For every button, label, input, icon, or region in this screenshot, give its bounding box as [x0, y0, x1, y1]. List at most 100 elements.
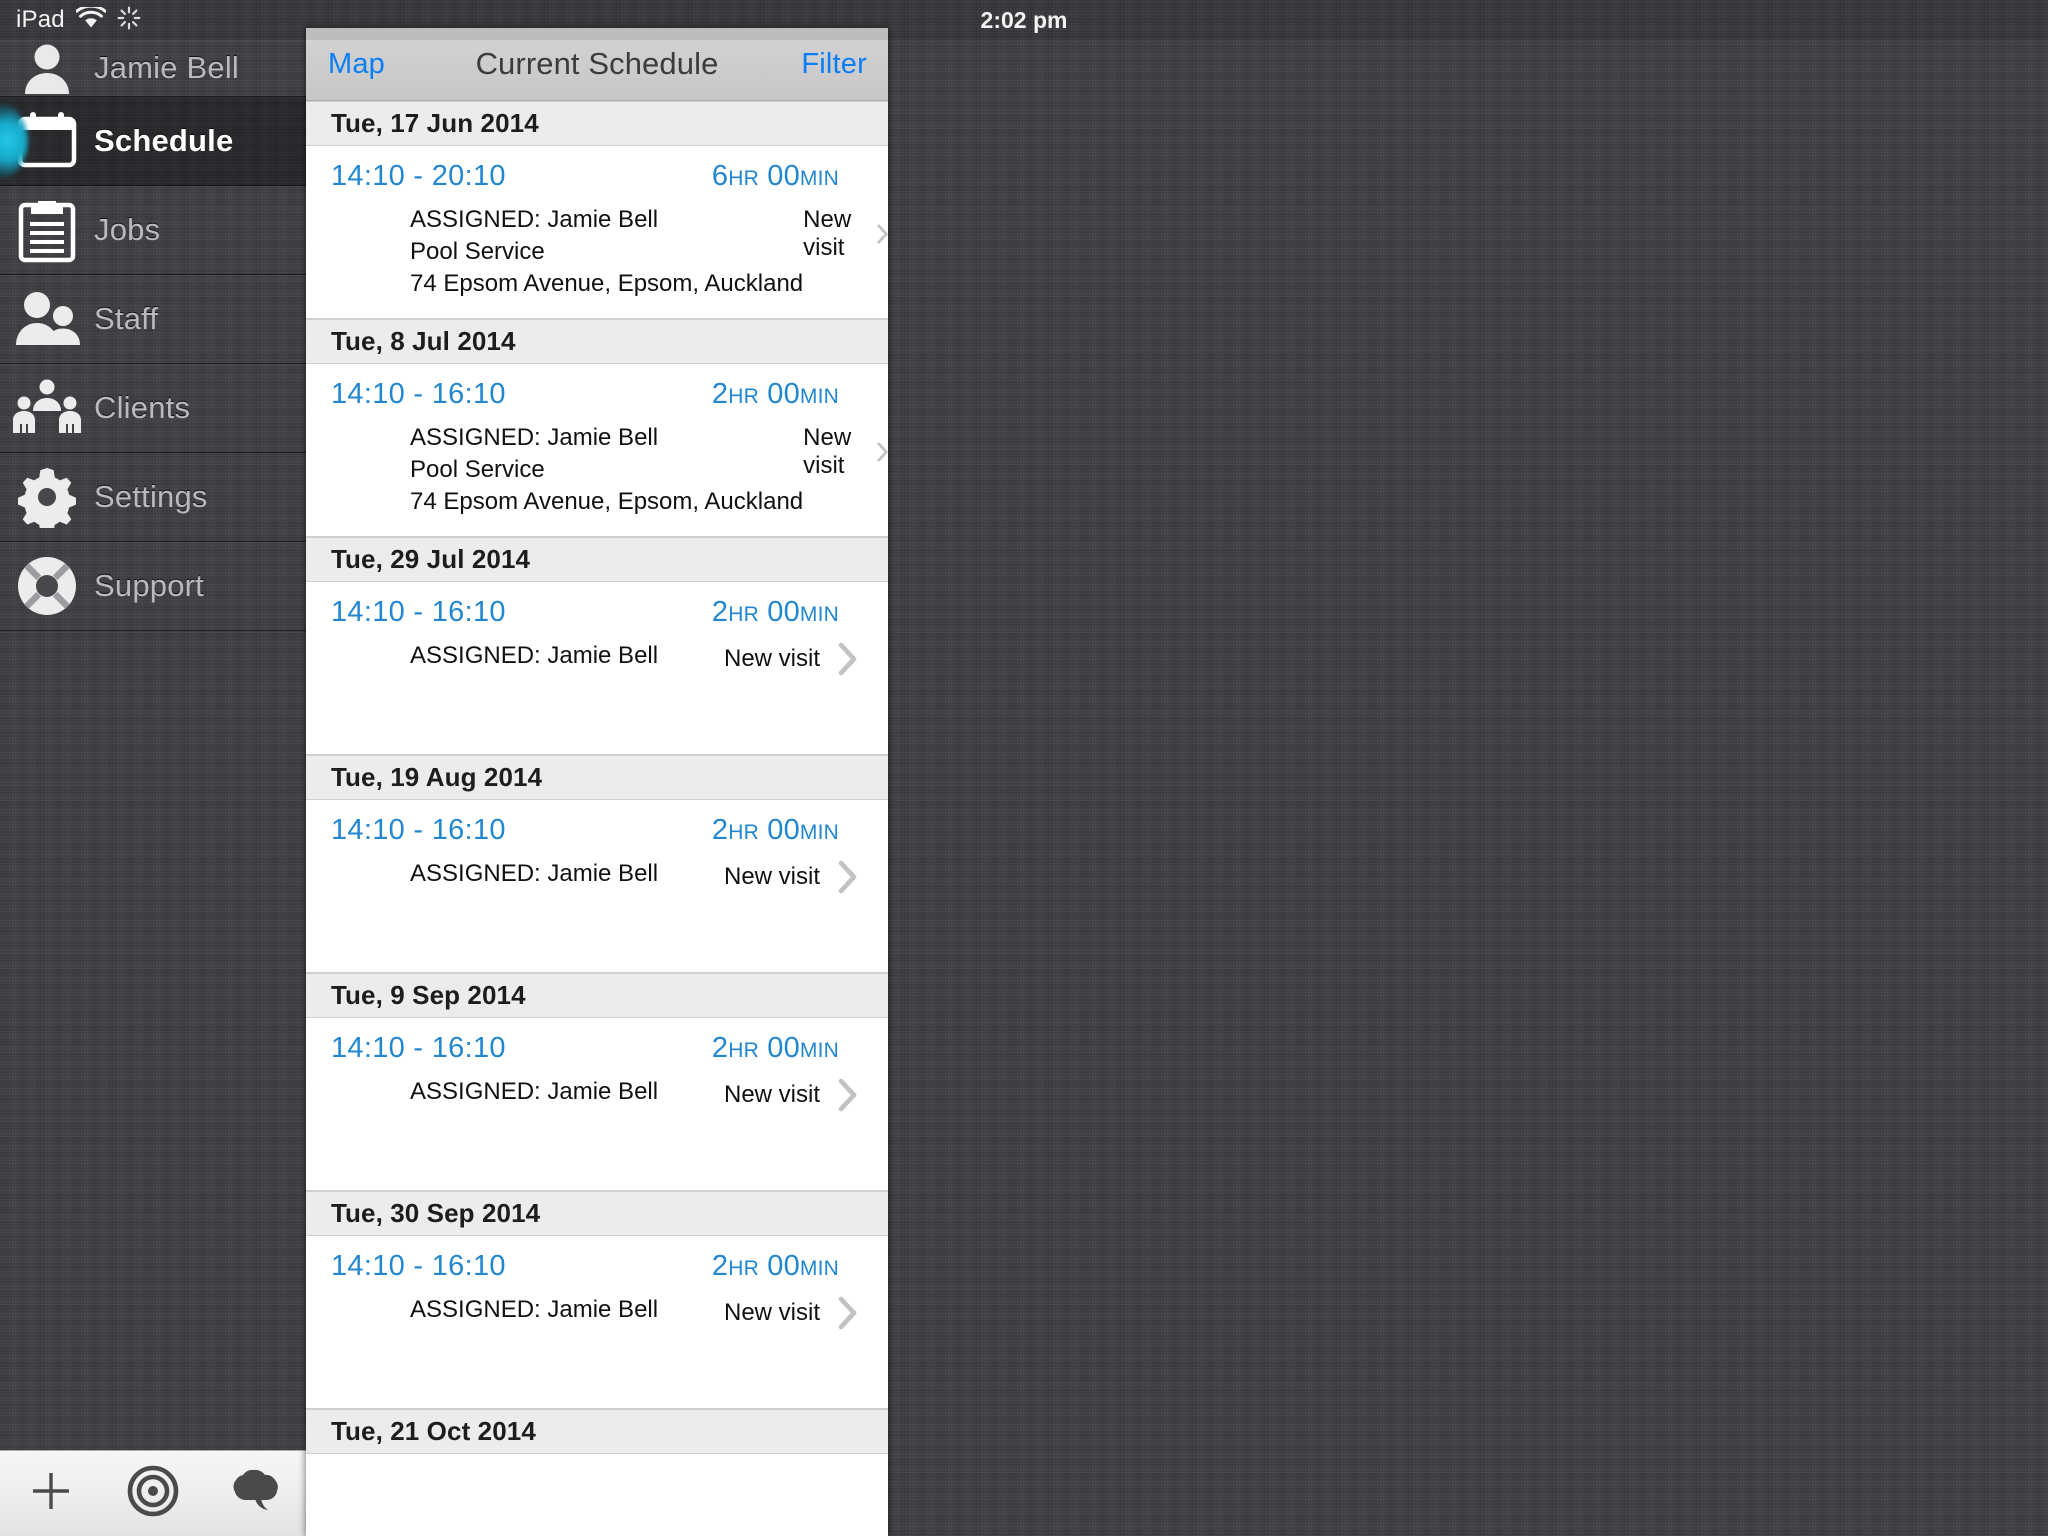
target-button[interactable] [102, 1465, 204, 1522]
entry-time-range: 14:10 - 16:10 [331, 378, 506, 410]
chat-button[interactable] [204, 1468, 306, 1519]
sidebar-user-name: Jamie Bell [94, 50, 239, 85]
sidebar-item-label: Clients [94, 390, 191, 425]
entry-time-range: 14:10 - 16:10 [331, 814, 506, 846]
entry-detail-line: ASSIGNED: Jamie Bell [410, 860, 659, 887]
date-section-header: Tue, 29 Jul 2014 [306, 537, 888, 582]
entry-body: ASSIGNED: Jamie Bell New visit [306, 1283, 888, 1330]
entry-duration: 6HR 00MIN [712, 160, 839, 193]
entry-duration: 2HR 00MIN [712, 814, 839, 847]
chevron-right-icon [838, 1296, 857, 1330]
entry-status-group: New visit [724, 1076, 858, 1112]
duration-hours-unit: HR [728, 167, 759, 190]
entry-body: ASSIGNED: Jamie Bell Pool Service 74 Epsom… [306, 193, 888, 300]
sidebar-item-jobs[interactable]: Jobs [0, 186, 306, 275]
duration-hours: 6 [711, 160, 729, 192]
schedule-entry[interactable]: 14:10 - 16:10 2HR 00MIN ASSIGNED: Jamie Be… [306, 800, 888, 973]
status-bar-clock: 2:02 pm [980, 6, 1068, 33]
status-badge: New visit [723, 1299, 820, 1326]
entry-detail-line: ASSIGNED: Jamie Bell [410, 206, 659, 233]
gear-icon [0, 466, 94, 528]
entry-details: ASSIGNED: Jamie Bell [410, 858, 658, 890]
duration-minutes: 00 [767, 1250, 800, 1282]
schedule-entry[interactable]: 14:10 - 16:10 2HR 00MIN ASSIGNED: Jamie Be… [306, 1236, 888, 1409]
entry-duration: 2HR 00MIN [712, 1032, 839, 1065]
status-badge: New visit [723, 863, 820, 890]
entry-body: ASSIGNED: Jamie Bell New visit [306, 847, 888, 894]
entry-details: ASSIGNED: Jamie Bell [410, 1076, 658, 1108]
duration-minutes: 00 [767, 814, 800, 846]
entry-header: 14:10 - 16:10 2HR 00MIN [306, 814, 888, 847]
plus-icon [29, 1469, 73, 1518]
entry-detail-line: 74 Epsom Avenue, Epsom, Auckland [410, 269, 804, 297]
map-button[interactable]: Map [328, 48, 385, 81]
status-badge: New visit [803, 424, 852, 479]
entry-time-range: 14:10 - 16:10 [331, 596, 506, 628]
lifebuoy-icon [0, 555, 94, 617]
sidebar-item-label: Jobs [94, 212, 161, 247]
chevron-right-icon [877, 224, 888, 244]
sidebar-item-support[interactable]: Support [0, 542, 306, 631]
duration-hours: 2 [711, 814, 729, 846]
sidebar-item-staff[interactable]: Staff [0, 275, 306, 364]
bottom-toolbar [0, 1450, 306, 1536]
people-group-icon [0, 379, 94, 437]
duration-hours-unit: HR [728, 821, 759, 844]
duration-minutes-unit: MIN [799, 1257, 839, 1280]
date-section-header: Tue, 19 Aug 2014 [306, 755, 888, 800]
chevron-right-icon [838, 1078, 857, 1112]
entry-header: 14:10 - 16:10 2HR 00MIN [306, 1032, 888, 1065]
add-button[interactable] [0, 1469, 102, 1518]
person-icon [0, 38, 94, 98]
duration-hours-unit: HR [728, 1039, 759, 1062]
entry-duration: 2HR 00MIN [712, 378, 839, 411]
sidebar-item-schedule[interactable]: Schedule [0, 97, 306, 186]
entry-time-range: 14:10 - 20:10 [331, 160, 506, 192]
duration-hours: 2 [711, 378, 729, 410]
entry-detail-line: ASSIGNED: Jamie Bell [410, 424, 659, 451]
sidebar-user-row[interactable]: Jamie Bell [0, 40, 306, 97]
filter-button[interactable]: Filter [801, 48, 867, 81]
status-badge: New visit [723, 645, 820, 672]
entry-details: ASSIGNED: Jamie Bell [410, 640, 658, 672]
sidebar-item-label: Schedule [94, 123, 234, 158]
date-section-header: Tue, 21 Oct 2014 [306, 1409, 888, 1454]
clipboard-icon [0, 197, 94, 263]
entry-status-group: New visit [724, 1294, 858, 1330]
schedule-list[interactable]: Tue, 17 Jun 2014 14:10 - 20:10 6HR 00MIN AS… [306, 101, 888, 1536]
schedule-entry[interactable]: 14:10 - 16:10 2HR 00MIN ASSIGNED: Jamie Be… [306, 582, 888, 755]
duration-minutes: 00 [767, 378, 800, 410]
duration-hours-unit: HR [728, 385, 759, 408]
date-section-header: Tue, 17 Jun 2014 [306, 101, 888, 146]
duration-hours-unit: HR [728, 1257, 759, 1280]
entry-detail-line: 74 Epsom Avenue, Epsom, Auckland [410, 487, 804, 515]
entry-detail-line: ASSIGNED: Jamie Bell [410, 642, 659, 669]
duration-minutes-unit: MIN [799, 821, 839, 844]
schedule-entry[interactable]: 14:10 - 20:10 6HR 00MIN ASSIGNED: Jamie Be… [306, 146, 888, 319]
entry-status-group: New visit [724, 640, 858, 676]
speech-cloud-icon [226, 1468, 284, 1519]
entry-time-range: 14:10 - 16:10 [331, 1250, 506, 1282]
sidebar-item-label: Settings [94, 479, 208, 514]
duration-hours: 2 [711, 596, 729, 628]
sidebar-item-settings[interactable]: Settings [0, 453, 306, 542]
duration-hours: 2 [711, 1032, 729, 1064]
sidebar-item-clients[interactable]: Clients [0, 364, 306, 453]
duration-hours-unit: HR [728, 603, 759, 626]
schedule-entry[interactable]: 14:10 - 16:10 2HR 00MIN ASSIGNED: Jamie Be… [306, 1018, 888, 1191]
entry-detail-line: ASSIGNED: Jamie Bell [410, 1296, 659, 1323]
entry-duration: 2HR 00MIN [712, 1250, 839, 1283]
entry-details: ASSIGNED: Jamie Bell Pool Service 74 Epsom… [410, 422, 803, 518]
entry-header: 14:10 - 16:10 2HR 00MIN [306, 596, 888, 629]
schedule-panel: Map Current Schedule Filter Tue, 17 Jun … [306, 28, 888, 1536]
entry-status-group: New visit [724, 858, 858, 894]
entry-duration: 2HR 00MIN [712, 596, 839, 629]
date-section-header: Tue, 8 Jul 2014 [306, 319, 888, 364]
date-section-header: Tue, 9 Sep 2014 [306, 973, 888, 1018]
calendar-icon [0, 111, 94, 171]
duration-minutes: 00 [767, 596, 800, 628]
entry-body: ASSIGNED: Jamie Bell New visit [306, 1065, 888, 1112]
duration-minutes-unit: MIN [799, 167, 839, 190]
schedule-entry[interactable]: 14:10 - 16:10 2HR 00MIN ASSIGNED: Jamie Be… [306, 364, 888, 537]
entry-body: ASSIGNED: Jamie Bell Pool Service 74 Epsom… [306, 411, 888, 518]
